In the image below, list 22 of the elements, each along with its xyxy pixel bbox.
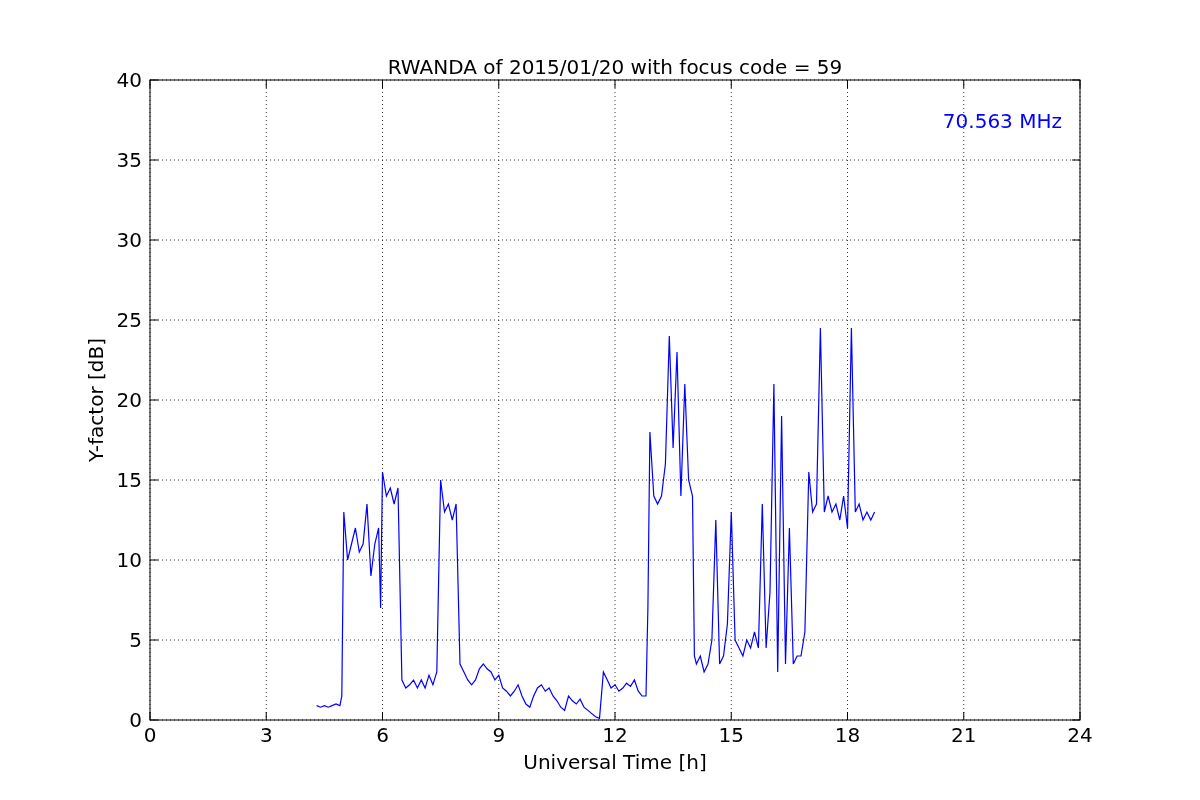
tick-label: 0 bbox=[129, 708, 142, 732]
tick-label: 30 bbox=[116, 228, 142, 252]
tick-label: 10 bbox=[116, 548, 142, 572]
tick-label: 18 bbox=[834, 723, 861, 747]
tick-label: 40 bbox=[116, 68, 142, 92]
tick-label: 35 bbox=[116, 148, 142, 172]
y-axis-label: Y-factor [dB] bbox=[84, 338, 108, 462]
tick-label: 25 bbox=[116, 308, 142, 332]
tick-label: 6 bbox=[376, 723, 389, 747]
tick-label: 5 bbox=[129, 628, 142, 652]
x-axis-label: Universal Time [h] bbox=[523, 750, 707, 774]
chart-title: RWANDA of 2015/01/20 with focus code = 59 bbox=[387, 55, 843, 79]
tick-label: 21 bbox=[951, 723, 977, 747]
tick-label: 15 bbox=[116, 468, 142, 492]
tick-label: 9 bbox=[492, 723, 506, 747]
tick-label: 15 bbox=[718, 723, 744, 747]
tick-label: 20 bbox=[116, 388, 142, 412]
tick-label: 0 bbox=[143, 723, 157, 747]
tick-label: 12 bbox=[602, 723, 628, 747]
annotation-text: 70.563 MHz bbox=[942, 109, 1062, 133]
tick-label: 24 bbox=[1067, 723, 1093, 747]
tick-label: 3 bbox=[259, 723, 273, 747]
